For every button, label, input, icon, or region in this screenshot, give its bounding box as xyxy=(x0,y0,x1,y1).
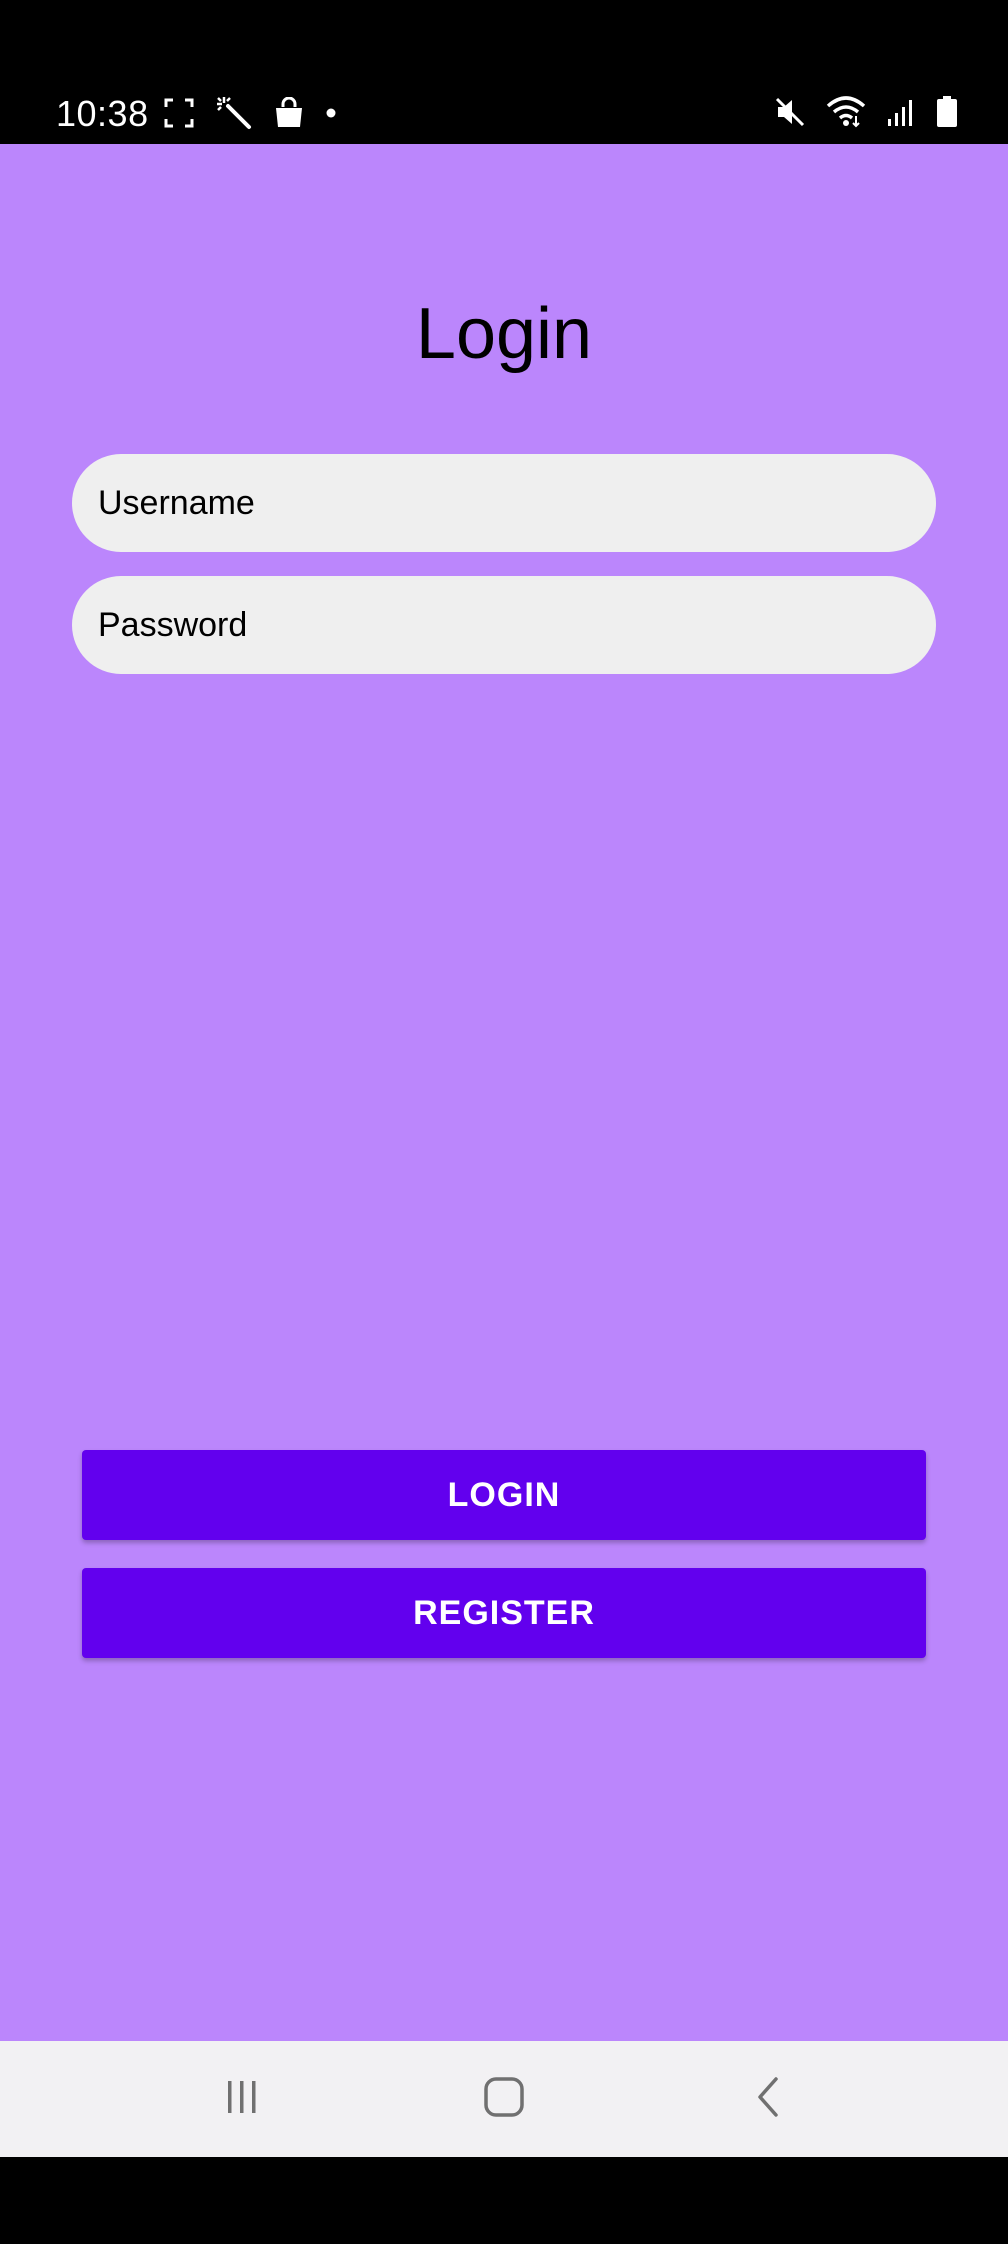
shopping-bag-icon xyxy=(274,97,304,129)
bottom-bezel xyxy=(0,2157,1008,2244)
page-title: Login xyxy=(415,294,593,374)
login-screen: Login LOGIN REGISTER xyxy=(0,144,1008,2041)
back-icon xyxy=(748,2075,788,2124)
screenshot-frame-icon xyxy=(164,98,194,128)
register-button[interactable]: REGISTER xyxy=(82,1568,926,1658)
recents-button[interactable] xyxy=(202,2069,282,2129)
battery-icon xyxy=(936,96,958,128)
status-time: 10:38 xyxy=(56,93,149,134)
signal-icon xyxy=(886,97,916,127)
login-button[interactable]: LOGIN xyxy=(82,1450,926,1540)
home-icon xyxy=(482,2075,526,2124)
back-button[interactable] xyxy=(728,2069,808,2129)
username-input[interactable] xyxy=(72,454,936,552)
navigation-bar xyxy=(0,2041,1008,2157)
password-input[interactable] xyxy=(72,576,936,674)
status-left-icons xyxy=(164,96,336,130)
recents-icon xyxy=(222,2077,262,2122)
mute-icon xyxy=(774,96,806,128)
phone-screen: 10:38 Login Username LOGIN REGISTER xyxy=(0,0,1008,2244)
status-right-icons xyxy=(774,96,958,128)
status-bar: 10:38 xyxy=(0,0,1008,144)
home-button[interactable] xyxy=(464,2069,544,2129)
wifi-icon xyxy=(826,96,866,128)
notification-dot-icon xyxy=(326,108,336,118)
magic-wand-icon xyxy=(216,96,252,130)
